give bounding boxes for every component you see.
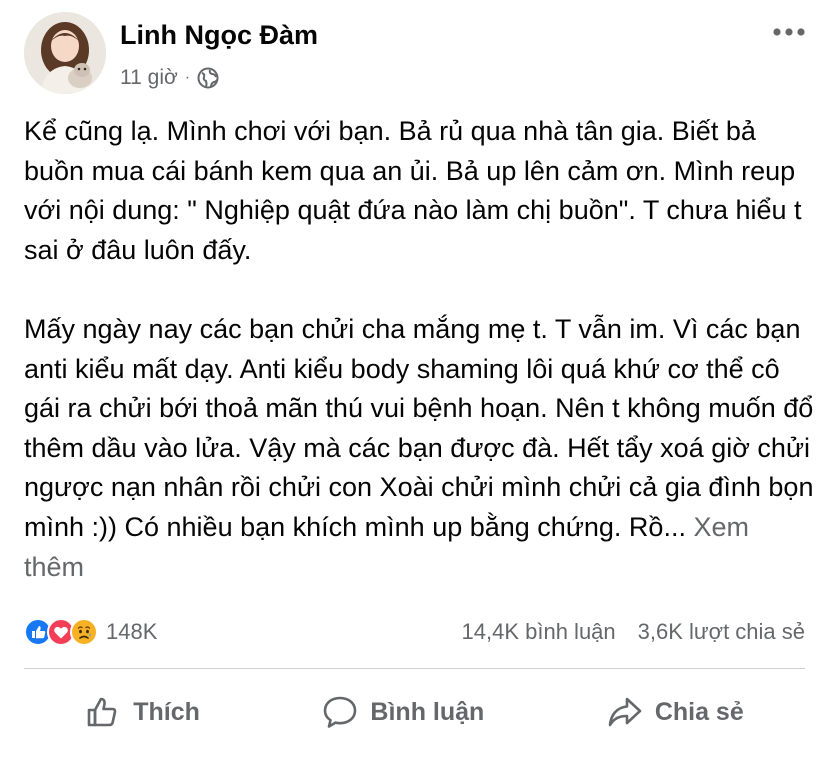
share-count[interactable]: 3,6K lượt chia sẻ [638, 619, 805, 645]
comment-count[interactable]: 14,4K bình luận [462, 619, 616, 645]
post-text: Kể cũng lạ. Mình chơi với bạn. Bả rủ qua… [24, 112, 814, 587]
share-button[interactable]: Chia sẻ [607, 694, 744, 730]
reactions-summary[interactable]: 148K [24, 617, 157, 647]
post-paragraph-text: Mấy ngày nay các bạn chửi cha mắng mẹ t.… [24, 313, 814, 542]
thumbs-up-icon [85, 694, 121, 730]
meta-separator: · [184, 69, 191, 86]
engagement-counts: 14,4K bình luận 3,6K lượt chia sẻ [462, 617, 805, 647]
globe-icon [197, 67, 219, 89]
author-name[interactable]: Linh Ngọc Đàm [120, 20, 318, 51]
comment-bubble-icon [322, 694, 358, 730]
like-button[interactable]: Thích [85, 694, 200, 730]
post-time[interactable]: 11 giờ [120, 66, 178, 90]
comment-label: Bình luận [370, 697, 485, 726]
more-options-icon[interactable] [769, 24, 809, 40]
share-arrow-icon [607, 694, 643, 730]
post-meta: 11 giờ · [120, 64, 219, 92]
avatar-photo [24, 12, 106, 94]
post-paragraph: Kể cũng lạ. Mình chơi với bạn. Bả rủ qua… [24, 116, 802, 265]
sad-reaction-icon [70, 618, 98, 646]
comment-button[interactable]: Bình luận [322, 694, 484, 730]
action-bar: Thích Bình luận Chia sẻ [0, 684, 829, 740]
author-avatar[interactable] [24, 12, 106, 94]
facebook-post: Linh Ngọc Đàm 11 giờ · Kể cũng lạ. Mình … [0, 0, 829, 757]
share-label: Chia sẻ [654, 697, 744, 726]
post-paragraph: Mấy ngày nay các bạn chửi cha mắng mẹ t.… [24, 310, 814, 587]
reaction-count: 148K [106, 619, 158, 644]
reaction-icons [24, 618, 98, 646]
like-label: Thích [133, 697, 200, 726]
divider [24, 668, 805, 669]
